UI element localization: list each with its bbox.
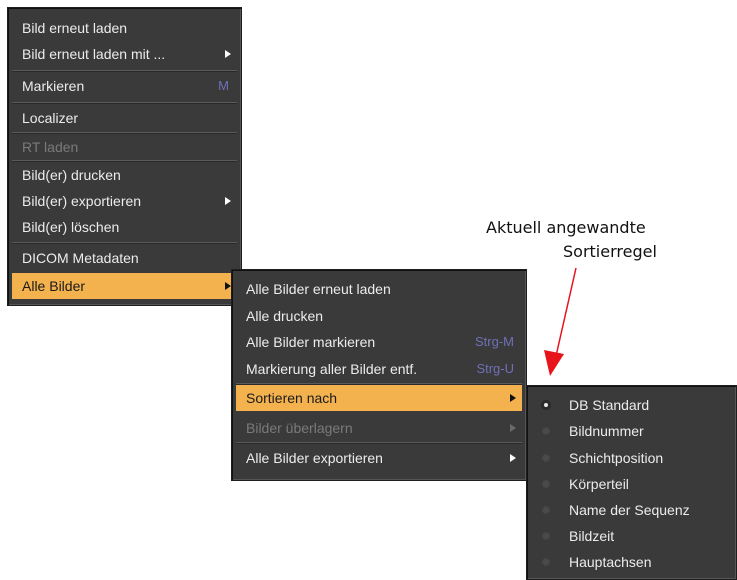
annotation-arrow-icon: [544, 267, 577, 376]
